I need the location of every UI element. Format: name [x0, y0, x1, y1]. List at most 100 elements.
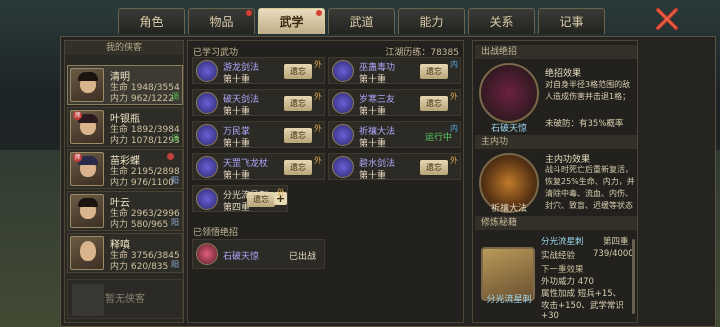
hero-card-yeyinping[interactable]: 师 叶银瓶 生命 1892/3984 内力 1078/1293 调 — [67, 107, 183, 147]
training-exp-label: 实战经验 — [541, 251, 576, 261]
skill-level: 第四重 — [223, 203, 251, 213]
avatar — [70, 236, 104, 270]
close-icon[interactable] — [654, 6, 680, 32]
skill-item[interactable]: 破天剑法 第十重 遗忘外 — [192, 89, 325, 117]
hero-card-shichen[interactable]: 释嗔 生命 3756/3845 内力 620/835 阳 — [67, 233, 183, 273]
master-badge: 师 — [73, 153, 82, 162]
detail-scrollbar[interactable] — [632, 239, 635, 314]
hero-list-header: 我的侠客 — [65, 41, 183, 55]
notification-dot — [167, 153, 174, 160]
skill-level: 第十重 — [359, 139, 387, 149]
tab-relations[interactable]: 关系 — [468, 8, 535, 34]
skill-item[interactable]: 巫蛊毒功 第十重 遗忘内 — [328, 57, 461, 85]
attribute-bonus-1: 属性加成 短兵+15、 — [541, 289, 622, 299]
skill-item[interactable]: 万民掌 第十重 遗忘外 — [192, 121, 325, 149]
tab-items[interactable]: 物品 — [188, 8, 255, 34]
ultimate-name: 石破天惊 — [223, 252, 260, 262]
skill-type-tag: 外 — [314, 60, 322, 69]
skill-type-tag: 外 — [314, 92, 322, 101]
inner-skill-name: 祈禳大法 — [490, 204, 527, 214]
training-exp-value: 739/4000 — [593, 249, 634, 259]
skill-level: 第十重 — [223, 171, 251, 181]
ultimate-header: 出战绝招 — [475, 45, 637, 59]
skill-type-tag: 内 — [450, 124, 458, 133]
forget-button[interactable]: 遗忘 — [284, 96, 312, 111]
tab-martial-way[interactable]: 武道 — [328, 8, 395, 34]
empty-slot-icon — [72, 284, 104, 316]
detail-panel: 出战绝招 石破天惊 绝招效果 对自身半径3格范围的敌人造成伤害并击退1格； 未破… — [472, 40, 638, 323]
master-badge: 师 — [73, 111, 82, 120]
tab-bar: 角色 物品 武学 武道 能力 关系 记事 — [118, 8, 605, 36]
hero-card-qingming[interactable]: 清明 生命 1948/3554 内力 962/1222 调 — [67, 65, 183, 105]
attribute-bonus-3: +30 — [541, 311, 559, 321]
skill-icon — [196, 156, 218, 178]
ultimate-status: 已出战 — [288, 252, 316, 262]
hero-card-yeyun[interactable]: 叶云 生命 2963/2996 内力 580/965 阳 — [67, 191, 183, 231]
skill-type-tag: 外 — [314, 124, 322, 133]
hero-mp: 内力 976/1100 — [110, 178, 174, 188]
skill-type-tag: 内 — [450, 60, 458, 69]
skill-icon — [196, 92, 218, 114]
hero-mp: 内力 620/835 — [110, 262, 169, 272]
tab-journal[interactable]: 记事 — [538, 8, 605, 34]
forget-button[interactable]: 遗忘 — [247, 192, 275, 207]
forget-button[interactable]: 遗忘 — [284, 128, 312, 143]
power-value: 外功威力 470 — [541, 277, 594, 287]
training-skill-name: 分光流星刺 — [486, 295, 532, 305]
hero-status-tag: 调 — [171, 134, 179, 143]
tab-label: 角色 — [139, 15, 164, 29]
ultimate-slot[interactable]: 石破天惊 已出战 — [192, 239, 325, 269]
skill-icon — [332, 156, 354, 178]
hero-status-tag: 阳 — [171, 218, 179, 227]
skill-item[interactable]: 游龙剑法 第十重 遗忘外 — [192, 57, 325, 85]
empty-hero-slot: 暂无侠客 — [67, 279, 183, 319]
forget-button[interactable]: 遗忘 — [420, 160, 448, 175]
ultimate-detail-name: 石破天惊 — [490, 124, 527, 134]
notification-dot — [316, 10, 322, 16]
forget-button[interactable]: 遗忘 — [284, 160, 312, 175]
skill-item[interactable]: 分光流星刺 第四重 遗忘 + 外 — [192, 185, 288, 213]
ultimate-effect-text: 对自身半径3格范围的敌人造成伤害并击退1格； — [545, 80, 631, 101]
hero-card-miaocaidie[interactable]: 师 苗彩蝶 生命 2195/2898 内力 976/1100 阳 — [67, 149, 183, 189]
hero-status-tag: 阳 — [171, 176, 179, 185]
hero-status-tag: 阳 — [171, 260, 179, 269]
skill-item[interactable]: 碧水剑法 第十重 遗忘外 — [328, 153, 461, 181]
skill-level: 第十重 — [223, 139, 251, 149]
skill-icon — [196, 60, 218, 82]
skill-icon — [332, 124, 354, 146]
training-header: 修炼秘籍 — [475, 216, 637, 230]
skill-item[interactable]: 天罡飞龙杖 第十重 遗忘外 — [192, 153, 325, 181]
skill-item[interactable]: 祈禳大法 第十重 运行中内 — [328, 121, 461, 149]
tab-martial-arts[interactable]: 武学 — [258, 8, 325, 34]
skill-icon — [196, 188, 218, 210]
forget-button[interactable]: 遗忘 — [420, 96, 448, 111]
skill-level: 第十重 — [359, 75, 387, 85]
empty-slot-label: 暂无侠客 — [105, 294, 145, 305]
skill-type-tag: 外 — [450, 156, 458, 165]
skill-icon — [332, 60, 354, 82]
awakened-ultimates-title: 已领悟绝招 — [193, 228, 239, 238]
notification-dot — [246, 10, 252, 16]
avatar — [70, 68, 104, 102]
training-level: 第四重 — [603, 237, 629, 247]
skill-type-tag: 外 — [450, 92, 458, 101]
tab-abilities[interactable]: 能力 — [398, 8, 465, 34]
next-level-label: 下一重效果 — [541, 265, 584, 275]
running-status: 运行中 — [424, 133, 452, 143]
skill-level: 第十重 — [223, 107, 251, 117]
inner-effect-text: 战斗时死亡后重新复活，恢复25%生命、内力，并清除中毒、流血、内伤、封穴、致盲、… — [545, 165, 635, 210]
forget-button[interactable]: 遗忘 — [284, 64, 312, 79]
skills-panel: 已学习武功 江湖历练：78385 游龙剑法 第十重 遗忘外巫蛊毒功 第十重 遗忘内破天剑… — [187, 40, 464, 323]
skill-level: 第十重 — [359, 171, 387, 181]
hero-list: 我的侠客 清明 生命 1948/3554 内力 962/1222 调 师 叶银瓶… — [64, 40, 184, 323]
tab-label: 武学 — [279, 15, 304, 29]
forget-button[interactable]: 遗忘 — [420, 64, 448, 79]
hero-mp: 内力 580/965 — [110, 220, 169, 230]
skill-type-tag: 外 — [314, 156, 322, 165]
skill-item[interactable]: 岁寒三友 第十重 遗忘外 — [328, 89, 461, 117]
ultimate-icon — [196, 243, 218, 265]
training-skill-name-2: 分光流星刺 — [541, 237, 584, 247]
tab-character[interactable]: 角色 — [118, 8, 185, 34]
ultimate-effect-text-2: 未破防：有35%概率 — [545, 119, 624, 129]
hero-status-tag: 调 — [171, 92, 179, 101]
